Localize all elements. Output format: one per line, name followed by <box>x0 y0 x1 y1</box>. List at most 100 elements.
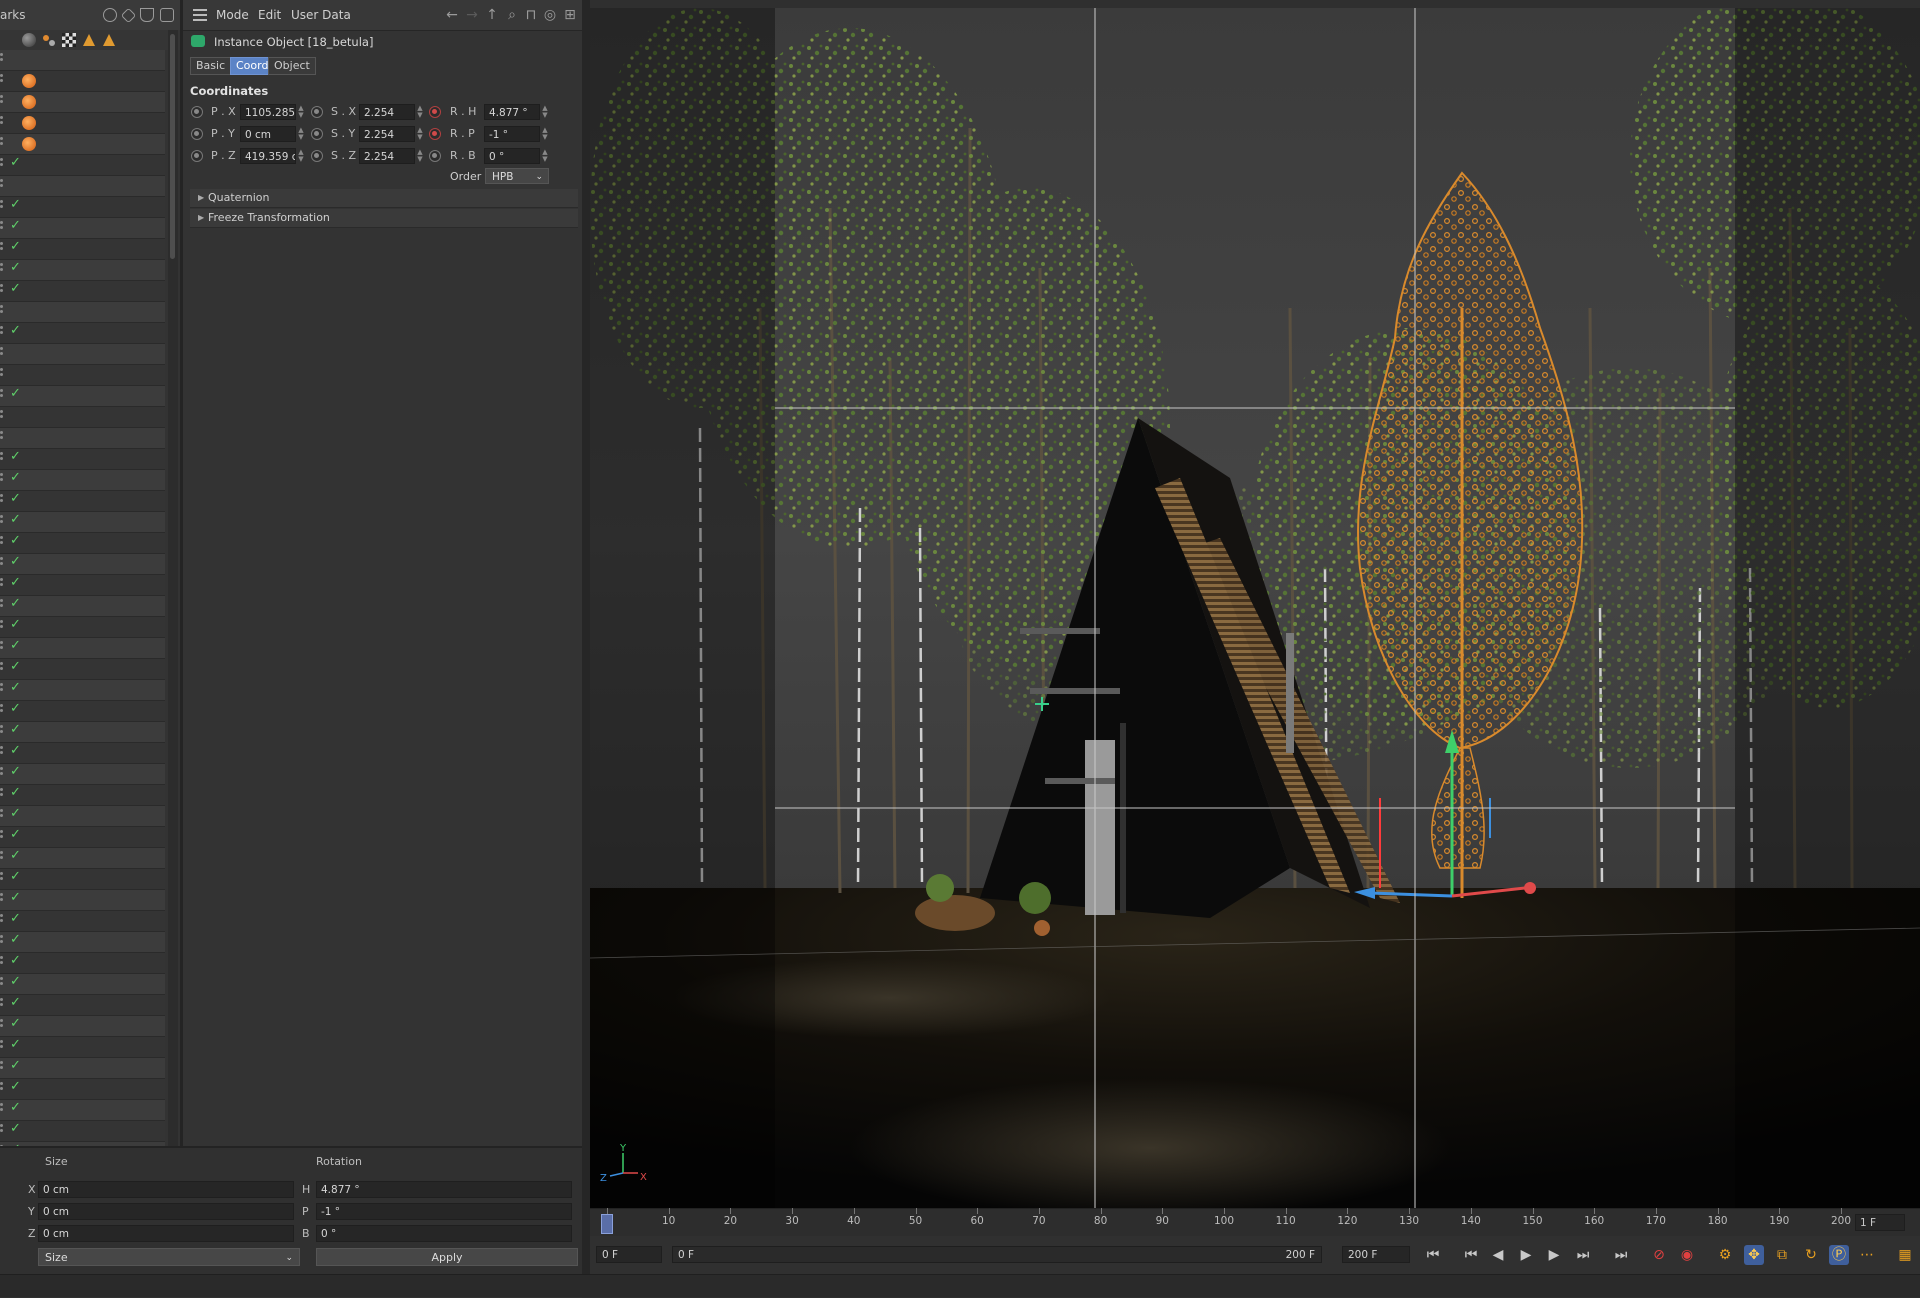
menu-edit[interactable]: Edit <box>258 8 281 22</box>
px-spinner[interactable]: ▲ ▼ <box>297 105 305 119</box>
current-frame-field[interactable]: 1 F <box>1855 1214 1905 1231</box>
checkmark-icon[interactable]: ✓ <box>10 1080 22 1093</box>
sy-field[interactable]: 2.254 <box>359 126 415 142</box>
search-icon-attr[interactable]: ⌕ <box>505 8 519 22</box>
quaternion-section[interactable]: ▶ Quaternion <box>190 189 578 208</box>
up-arrow-icon[interactable]: ↑ <box>485 8 499 22</box>
target-icon[interactable]: ◎ <box>543 8 557 22</box>
list-item[interactable]: ✓ <box>0 470 165 491</box>
visibility-dots-icon[interactable] <box>0 746 4 760</box>
checkmark-icon[interactable]: ✓ <box>10 513 22 526</box>
list-item[interactable]: ✓ <box>0 869 165 890</box>
checkmark-icon[interactable]: ✓ <box>10 1059 22 1072</box>
list-item[interactable]: ✓ <box>0 449 165 470</box>
search-icon[interactable] <box>103 8 117 22</box>
point-level-icon[interactable]: ⋯ <box>1857 1245 1877 1265</box>
display-tag-icon[interactable] <box>42 33 56 47</box>
visibility-dots-icon[interactable] <box>0 305 4 319</box>
material-tag-icon[interactable] <box>22 33 36 47</box>
apply-button[interactable]: Apply <box>316 1248 578 1266</box>
visibility-dots-icon[interactable] <box>0 788 4 802</box>
py-spinner[interactable]: ▲ ▼ <box>297 127 305 141</box>
sx-animate-radio[interactable] <box>311 106 323 118</box>
visibility-dots-icon[interactable] <box>0 830 4 844</box>
list-item[interactable]: ✓ <box>0 260 165 281</box>
autokey-icon[interactable]: ◉ <box>1677 1245 1697 1265</box>
list-item[interactable] <box>0 50 165 71</box>
list-item[interactable] <box>0 71 165 92</box>
checkmark-icon[interactable]: ✓ <box>10 933 22 946</box>
checkmark-icon[interactable]: ✓ <box>10 891 22 904</box>
object-list-scroll-thumb[interactable] <box>170 34 175 259</box>
go-to-start-icon[interactable]: ⏮ <box>1423 1245 1443 1265</box>
visibility-dots-icon[interactable] <box>0 1040 4 1054</box>
visibility-dots-icon[interactable] <box>0 452 4 466</box>
checkmark-icon[interactable]: ✓ <box>10 576 22 589</box>
list-item[interactable]: ✓ <box>0 890 165 911</box>
list-item[interactable]: ✓ <box>0 218 165 239</box>
checkmark-icon[interactable]: ✓ <box>10 723 22 736</box>
list-item[interactable]: ✓ <box>0 911 165 932</box>
visibility-dots-icon[interactable] <box>0 221 4 235</box>
list-item[interactable]: ✓ <box>0 722 165 743</box>
timeline-playhead[interactable] <box>601 1214 613 1234</box>
visibility-dots-icon[interactable] <box>0 53 4 67</box>
visibility-dots-icon[interactable] <box>0 977 4 991</box>
list-item[interactable] <box>0 365 165 386</box>
visibility-dots-icon[interactable] <box>0 1019 4 1033</box>
list-item[interactable]: ✓ <box>0 995 165 1016</box>
checkmark-icon[interactable]: ✓ <box>10 744 22 757</box>
checkmark-icon[interactable]: ✓ <box>10 471 22 484</box>
list-item[interactable]: ✓ <box>0 575 165 596</box>
visibility-dots-icon[interactable] <box>0 536 4 550</box>
menu-mode[interactable]: Mode <box>216 8 249 22</box>
list-item[interactable] <box>0 176 165 197</box>
visibility-dots-icon[interactable] <box>0 137 4 151</box>
sy-spinner[interactable]: ▲ ▼ <box>416 127 424 141</box>
size-y-field[interactable]: 0 cm <box>38 1203 294 1220</box>
position-key-icon[interactable]: ✥ <box>1744 1245 1764 1265</box>
list-item[interactable]: ✓ <box>0 386 165 407</box>
list-item[interactable]: ✓ <box>0 533 165 554</box>
pz-spinner[interactable]: ▲ ▼ <box>297 149 305 163</box>
checkmark-icon[interactable]: ✓ <box>10 1122 22 1135</box>
checkmark-icon[interactable]: ✓ <box>10 324 22 337</box>
rh-field[interactable]: 4.877 ° <box>484 104 540 120</box>
list-item[interactable]: ✓ <box>0 680 165 701</box>
visibility-dots-icon[interactable] <box>0 95 4 109</box>
rb-field[interactable]: 0 ° <box>484 148 540 164</box>
visibility-dots-icon[interactable] <box>0 956 4 970</box>
checkmark-icon[interactable]: ✓ <box>10 870 22 883</box>
list-item[interactable] <box>0 302 165 323</box>
list-item[interactable]: ✓ <box>0 323 165 344</box>
3d-viewport[interactable]: Y Z X <box>590 8 1920 1208</box>
play-icon[interactable]: ▶ <box>1516 1245 1536 1265</box>
visibility-dots-icon[interactable] <box>0 767 4 781</box>
list-item[interactable]: ✓ <box>0 848 165 869</box>
visibility-dots-icon[interactable] <box>0 515 4 529</box>
visibility-dots-icon[interactable] <box>0 74 4 88</box>
list-item[interactable]: ✓ <box>0 932 165 953</box>
back-arrow-icon[interactable]: ← <box>445 8 459 22</box>
list-item[interactable]: ✓ <box>0 785 165 806</box>
visibility-dots-icon[interactable] <box>0 599 4 613</box>
list-item[interactable]: ✓ <box>0 239 165 260</box>
forward-arrow-icon[interactable]: → <box>465 8 479 22</box>
material-ball-icon[interactable] <box>22 116 36 130</box>
checker-tag-icon[interactable] <box>62 33 76 47</box>
pz-animate-radio[interactable] <box>191 150 203 162</box>
list-item[interactable]: ✓ <box>0 281 165 302</box>
visibility-dots-icon[interactable] <box>0 662 4 676</box>
list-item[interactable]: ✓ <box>0 1016 165 1037</box>
timeline-window-icon[interactable]: ▦ <box>1895 1245 1915 1265</box>
tab-basic[interactable]: Basic <box>190 57 232 75</box>
visibility-dots-icon[interactable] <box>0 494 4 508</box>
list-item[interactable]: ✓ <box>0 1121 165 1142</box>
checkmark-icon[interactable]: ✓ <box>10 702 22 715</box>
list-item[interactable]: ✓ <box>0 806 165 827</box>
checkmark-icon[interactable]: ✓ <box>10 807 22 820</box>
checkmark-icon[interactable]: ✓ <box>10 996 22 1009</box>
pz-field[interactable]: 419.359 cr <box>240 148 296 164</box>
checkmark-icon[interactable]: ✓ <box>10 261 22 274</box>
checkmark-icon[interactable]: ✓ <box>10 597 22 610</box>
